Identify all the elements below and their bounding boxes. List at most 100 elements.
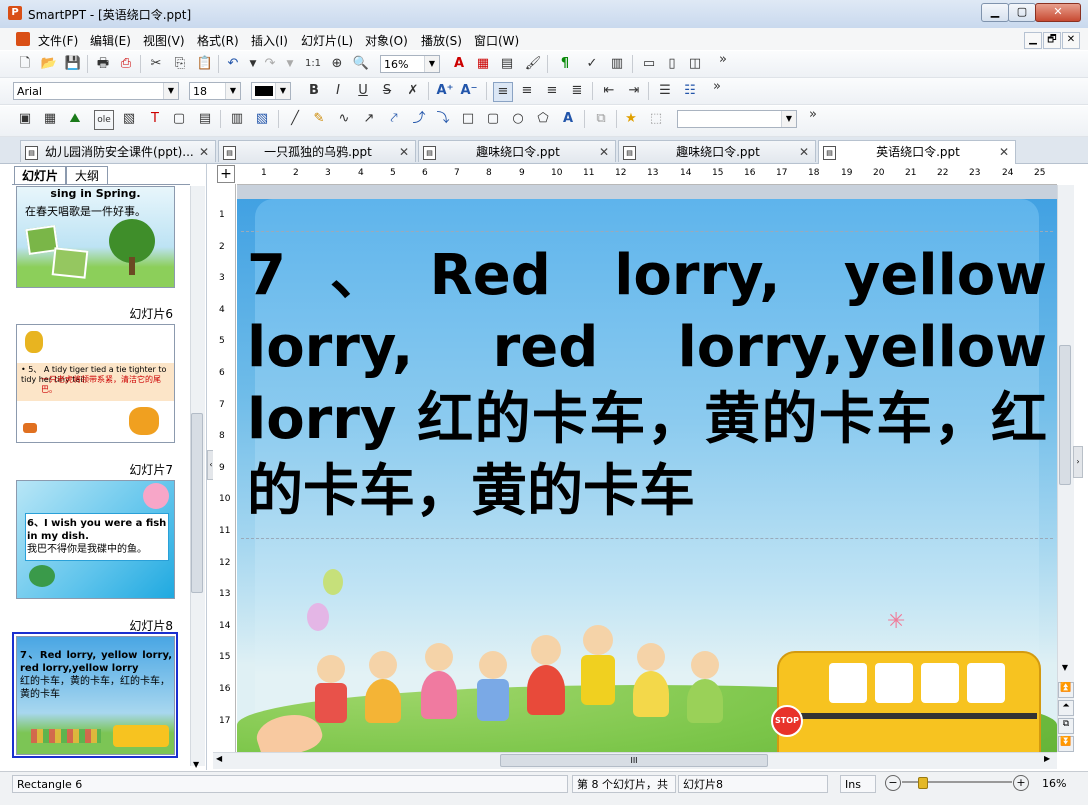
redo-dropdown-icon[interactable]: ▼ xyxy=(281,55,299,73)
scrollbar-thumb[interactable] xyxy=(191,413,203,593)
slide-thumbnail-selected[interactable]: 7、Red lorry, yellow lorry, red lorry,yel… xyxy=(16,636,175,755)
doc-tab[interactable]: ▤ 一只孤独的乌鸦.ppt ✕ xyxy=(218,140,416,162)
text-box-icon[interactable]: A xyxy=(450,55,468,73)
menu-slide[interactable]: 幻灯片(L) xyxy=(301,32,353,49)
custom-animation-icon[interactable]: ⬚ xyxy=(647,110,665,128)
shapes-tool-icon[interactable]: ⬠ xyxy=(534,110,552,128)
ruler-origin-icon[interactable]: + xyxy=(217,165,235,183)
mdi-restore-button[interactable]: 🗗 xyxy=(1043,32,1061,49)
notes-view-icon[interactable]: ▯ xyxy=(663,55,681,73)
close-icon[interactable]: ✕ xyxy=(399,141,409,163)
spell-check-icon[interactable]: ✓ xyxy=(583,55,601,73)
slide-thumbnail[interactable]: 6、I wish you were a fish in my dish. 我巴不… xyxy=(16,480,175,599)
scrollbar-thumb[interactable]: III xyxy=(500,754,768,767)
menu-format[interactable]: 格式(R) xyxy=(197,32,239,49)
doc-tab-active[interactable]: ▤ 英语绕口令.ppt ✕ xyxy=(818,140,1016,164)
toolbar-more-icon[interactable]: » xyxy=(804,106,822,124)
date-icon[interactable]: ▤ xyxy=(196,110,214,128)
maximize-button[interactable]: ▢ xyxy=(1008,3,1036,22)
mdi-close-button[interactable]: ✕ xyxy=(1062,32,1080,49)
ellipse-tool-icon[interactable]: ○ xyxy=(509,110,527,128)
print-icon[interactable]: 🖶 xyxy=(94,55,112,73)
chevron-down-icon[interactable]: ▼ xyxy=(1058,663,1072,677)
doc-tab[interactable]: ▤ 幼儿园消防安全课件(ppt)... ✕ xyxy=(20,140,216,162)
slide-view-icon[interactable]: ▭ xyxy=(640,55,658,73)
layout-icon[interactable]: ▦ xyxy=(41,110,59,128)
chart-object-icon[interactable]: ▧ xyxy=(120,110,138,128)
pdf-icon[interactable]: ⎙ xyxy=(117,55,135,73)
slide-thumbnail[interactable]: • 5、 A tidy tiger tied a tie tighter to … xyxy=(16,324,175,443)
header-footer-icon[interactable]: ▢ xyxy=(170,110,188,128)
first-slide-icon[interactable]: ⏫ xyxy=(1058,682,1074,698)
group-icon[interactable]: ⧉ xyxy=(592,110,610,128)
ole-object-icon[interactable]: ole xyxy=(94,110,114,130)
slide-list-icon[interactable]: ⧉ xyxy=(1058,718,1074,734)
toolbar-more-icon[interactable]: » xyxy=(714,51,732,69)
splitter-handle[interactable]: › xyxy=(1073,446,1083,478)
strikethrough-button[interactable]: S xyxy=(378,82,396,100)
zoom-icon[interactable]: 🔍 xyxy=(352,55,370,73)
doc-tab[interactable]: ▤ 趣味绕口令.ppt ✕ xyxy=(618,140,816,162)
slide-canvas[interactable]: 7、Red lorry, yellow lorry, red lorry,yel… xyxy=(237,185,1057,752)
close-icon[interactable]: ✕ xyxy=(999,141,1009,163)
zoom-in-button[interactable]: + xyxy=(1013,775,1029,791)
toolbar-more-icon[interactable]: » xyxy=(708,78,726,96)
increase-indent-icon[interactable]: ⇥ xyxy=(625,82,643,100)
chevron-down-icon[interactable]: ▼ xyxy=(193,760,199,769)
zoom-select[interactable]: 16% ▼ xyxy=(380,55,440,73)
zoom-fit-icon[interactable]: ⊕ xyxy=(328,55,346,73)
bullet-list-icon[interactable]: ☰ xyxy=(656,82,674,100)
close-icon[interactable]: ✕ xyxy=(799,141,809,163)
slide-thumbnail[interactable]: sing in Spring. 在春天唱歌是一件好事。 xyxy=(16,186,175,288)
menu-window[interactable]: 窗口(W) xyxy=(474,32,519,49)
undo-dropdown-icon[interactable]: ▼ xyxy=(244,55,262,73)
underline-button[interactable]: U xyxy=(354,82,372,100)
new-slide-icon[interactable]: ▣ xyxy=(16,110,34,128)
menu-play[interactable]: 播放(S) xyxy=(421,32,462,49)
minimize-button[interactable]: ▁ xyxy=(981,3,1009,22)
text-object-icon[interactable]: T xyxy=(146,110,164,128)
rectangle-tool-icon[interactable]: □ xyxy=(459,110,477,128)
actual-size-icon[interactable]: 1:1 xyxy=(304,55,322,73)
close-icon[interactable]: ✕ xyxy=(599,141,609,163)
cut-icon[interactable]: ✂ xyxy=(147,55,165,73)
doc-tab[interactable]: ▤ 趣味绕口令.ppt ✕ xyxy=(418,140,616,162)
connector-tool-icon[interactable]: ⤤ xyxy=(385,110,403,128)
menu-edit[interactable]: 编辑(E) xyxy=(90,32,131,49)
next-slide-icon[interactable]: ⏬ xyxy=(1058,736,1074,752)
font-color-select[interactable]: ▼ xyxy=(251,82,291,100)
slide[interactable]: 7、Red lorry, yellow lorry, red lorry,yel… xyxy=(237,185,1057,752)
new-file-icon[interactable]: 🗋 xyxy=(16,55,34,73)
chevron-right-icon[interactable]: ▶ xyxy=(1044,754,1050,763)
star-effect-icon[interactable]: ★ xyxy=(622,110,640,128)
font-size-select[interactable]: 18 ▼ xyxy=(189,82,241,100)
chevron-left-icon[interactable]: ◀ xyxy=(216,754,222,763)
close-icon[interactable]: ✕ xyxy=(199,141,209,163)
tab-outline[interactable]: 大纲 xyxy=(66,166,108,185)
zoom-slider-handle[interactable] xyxy=(918,777,928,789)
elbow-connector-icon[interactable]: ⤴ xyxy=(410,110,428,128)
shape-style-select[interactable]: ▼ xyxy=(677,110,797,128)
slideshow-icon[interactable]: ◫ xyxy=(686,55,704,73)
curved-connector-icon[interactable]: ⤵ xyxy=(434,110,452,128)
menu-object[interactable]: 对象(O) xyxy=(365,32,408,49)
previous-slide-icon[interactable]: ⏶ xyxy=(1058,700,1074,716)
justify-icon[interactable]: ≣ xyxy=(568,82,586,100)
arrow-tool-icon[interactable]: ↗ xyxy=(360,110,378,128)
menu-view[interactable]: 视图(V) xyxy=(143,32,185,49)
align-left-icon[interactable]: ≡ xyxy=(493,82,513,102)
mdi-minimize-button[interactable]: ▁ xyxy=(1024,32,1042,49)
zoom-out-button[interactable]: − xyxy=(885,775,901,791)
copy-icon[interactable]: ⎘ xyxy=(171,55,189,73)
slide-title-text[interactable]: 7、Red lorry, yellow lorry, red lorry,yel… xyxy=(247,240,1047,528)
menu-insert[interactable]: 插入(I) xyxy=(251,32,288,49)
pencil-tool-icon[interactable]: ✎ xyxy=(310,110,328,128)
open-folder-icon[interactable]: 📂 xyxy=(40,55,58,73)
insert-table-icon[interactable]: ▤ xyxy=(498,55,516,73)
wordart-icon[interactable]: A xyxy=(559,110,577,128)
font-name-select[interactable]: Arial ▼ xyxy=(13,82,179,100)
grow-font-icon[interactable]: A⁺ xyxy=(436,82,454,100)
curve-tool-icon[interactable]: ∿ xyxy=(335,110,353,128)
menu-file[interactable]: 文件(F) xyxy=(38,32,78,49)
save-icon[interactable]: 💾 xyxy=(64,55,82,73)
